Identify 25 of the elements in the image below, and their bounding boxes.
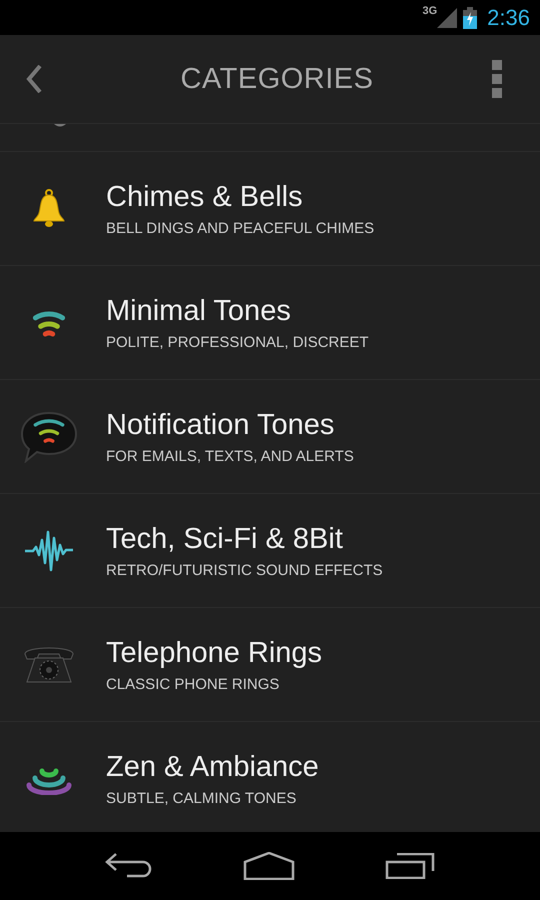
category-title: Zen & Ambiance: [106, 750, 319, 784]
category-title: Chimes & Bells: [106, 180, 304, 214]
screen-title: CATEGORIES: [180, 62, 374, 96]
sound-wave-icon: [23, 530, 75, 572]
back-icon[interactable]: [26, 65, 42, 93]
clock: 2:36: [487, 4, 530, 30]
overflow-menu-icon[interactable]: [492, 60, 502, 98]
category-title: Minimal Tones: [106, 294, 292, 328]
category-title: Telephone Rings: [106, 636, 322, 670]
network-type: 3G: [422, 5, 438, 17]
back-icon[interactable]: [105, 853, 153, 879]
home-icon[interactable]: [243, 852, 295, 880]
category-description: POLITE, PROFESSIONAL, DISCREET: [106, 334, 369, 350]
chat-bubble-icon: [20, 410, 78, 462]
signal-icon: [437, 8, 458, 28]
category-title: Tech, Sci-Fi & 8Bit: [106, 522, 344, 556]
category-description: CLASSIC PHONE RINGS: [106, 676, 280, 692]
bell-icon: [32, 188, 66, 228]
category-description: BELL DINGS AND PEACEFUL CHIMES: [106, 220, 374, 236]
category-description: FOR EMAILS, TEXTS, AND ALERTS: [106, 448, 354, 464]
category-title: Notification Tones: [106, 408, 336, 442]
category-description: SUBTLE, CALMING TONES: [106, 790, 298, 806]
category-description: RETRO/FUTURISTIC SOUND EFFECTS: [106, 562, 383, 578]
battery-icon: [463, 6, 478, 28]
recent-apps-icon[interactable]: [385, 853, 435, 879]
